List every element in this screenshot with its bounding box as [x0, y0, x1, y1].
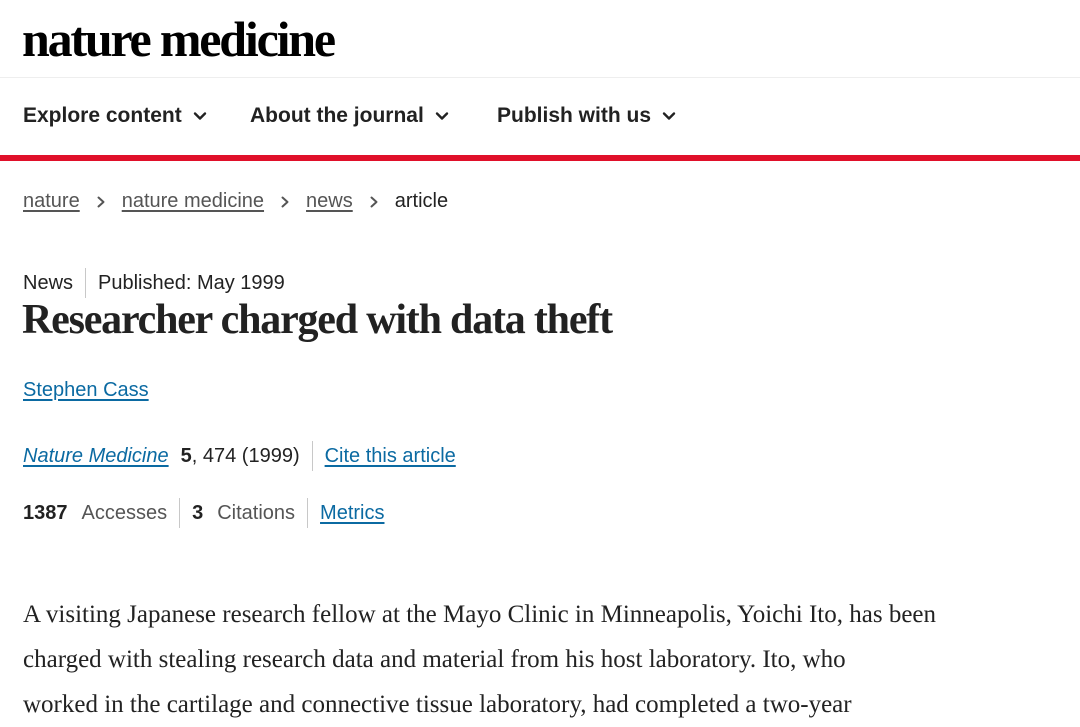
article-meta: News Published: May 1999	[23, 268, 285, 298]
chevron-right-icon	[281, 196, 289, 207]
article-type: News	[23, 271, 74, 294]
divider	[179, 498, 181, 528]
breadcrumb-link-news[interactable]: news	[306, 190, 353, 213]
accesses-label: Accesses	[81, 501, 168, 524]
chevron-down-icon	[435, 112, 449, 120]
divider	[85, 268, 87, 298]
citations-label: Citations	[217, 501, 296, 524]
accesses-count: 1387	[23, 501, 68, 524]
chevron-down-icon	[662, 112, 676, 120]
citation-line: Nature Medicine 5 , 474 (1999) Cite this…	[23, 441, 456, 471]
nav-item-label: About the journal	[250, 104, 424, 127]
chevron-right-icon	[97, 196, 105, 207]
main-nav: Explore content About the journal Publis…	[0, 78, 1080, 161]
nav-item-label: Publish with us	[497, 104, 652, 127]
breadcrumb-current: article	[394, 190, 449, 212]
logo-bar: nature medicine	[0, 0, 1080, 78]
citations-count: 3	[192, 501, 204, 524]
breadcrumb-link-nature[interactable]: nature	[23, 190, 80, 213]
body-line: charged with stealing research data and …	[23, 646, 846, 673]
nav-item-label: Explore content	[23, 104, 182, 127]
metrics-link[interactable]: Metrics	[320, 502, 384, 525]
article-metrics: 1387 Accesses 3 Citations Metrics	[23, 498, 384, 528]
nav-publish-with-us[interactable]: Publish with us	[497, 104, 677, 128]
nav-explore-content[interactable]: Explore content	[23, 104, 208, 128]
site-logo[interactable]: nature medicine	[22, 10, 336, 68]
breadcrumb-link-nature-medicine[interactable]: nature medicine	[122, 190, 264, 213]
divider	[307, 498, 309, 528]
body-line: A visiting Japanese research fellow at t…	[23, 601, 937, 628]
nav-about-the-journal[interactable]: About the journal	[250, 104, 450, 128]
article-body: A visiting Japanese research fellow at t…	[23, 592, 1063, 727]
divider	[311, 441, 313, 471]
chevron-down-icon	[193, 112, 206, 120]
site-header: nature medicine Explore content About th…	[0, 0, 1080, 161]
author-link[interactable]: Stephen Cass	[23, 379, 149, 402]
breadcrumb: nature nature medicine news article	[23, 190, 448, 213]
chevron-right-icon	[370, 196, 378, 207]
volume: 5	[180, 444, 192, 467]
body-line: worked in the cartilage and connective t…	[23, 691, 852, 718]
pages-year: , 474 (1999)	[191, 444, 300, 467]
cite-article-link[interactable]: Cite this article	[325, 445, 456, 468]
journal-link[interactable]: Nature Medicine	[23, 445, 169, 468]
published-date: Published: May 1999	[98, 271, 285, 294]
article-title: Researcher charged with data theft	[22, 297, 613, 343]
